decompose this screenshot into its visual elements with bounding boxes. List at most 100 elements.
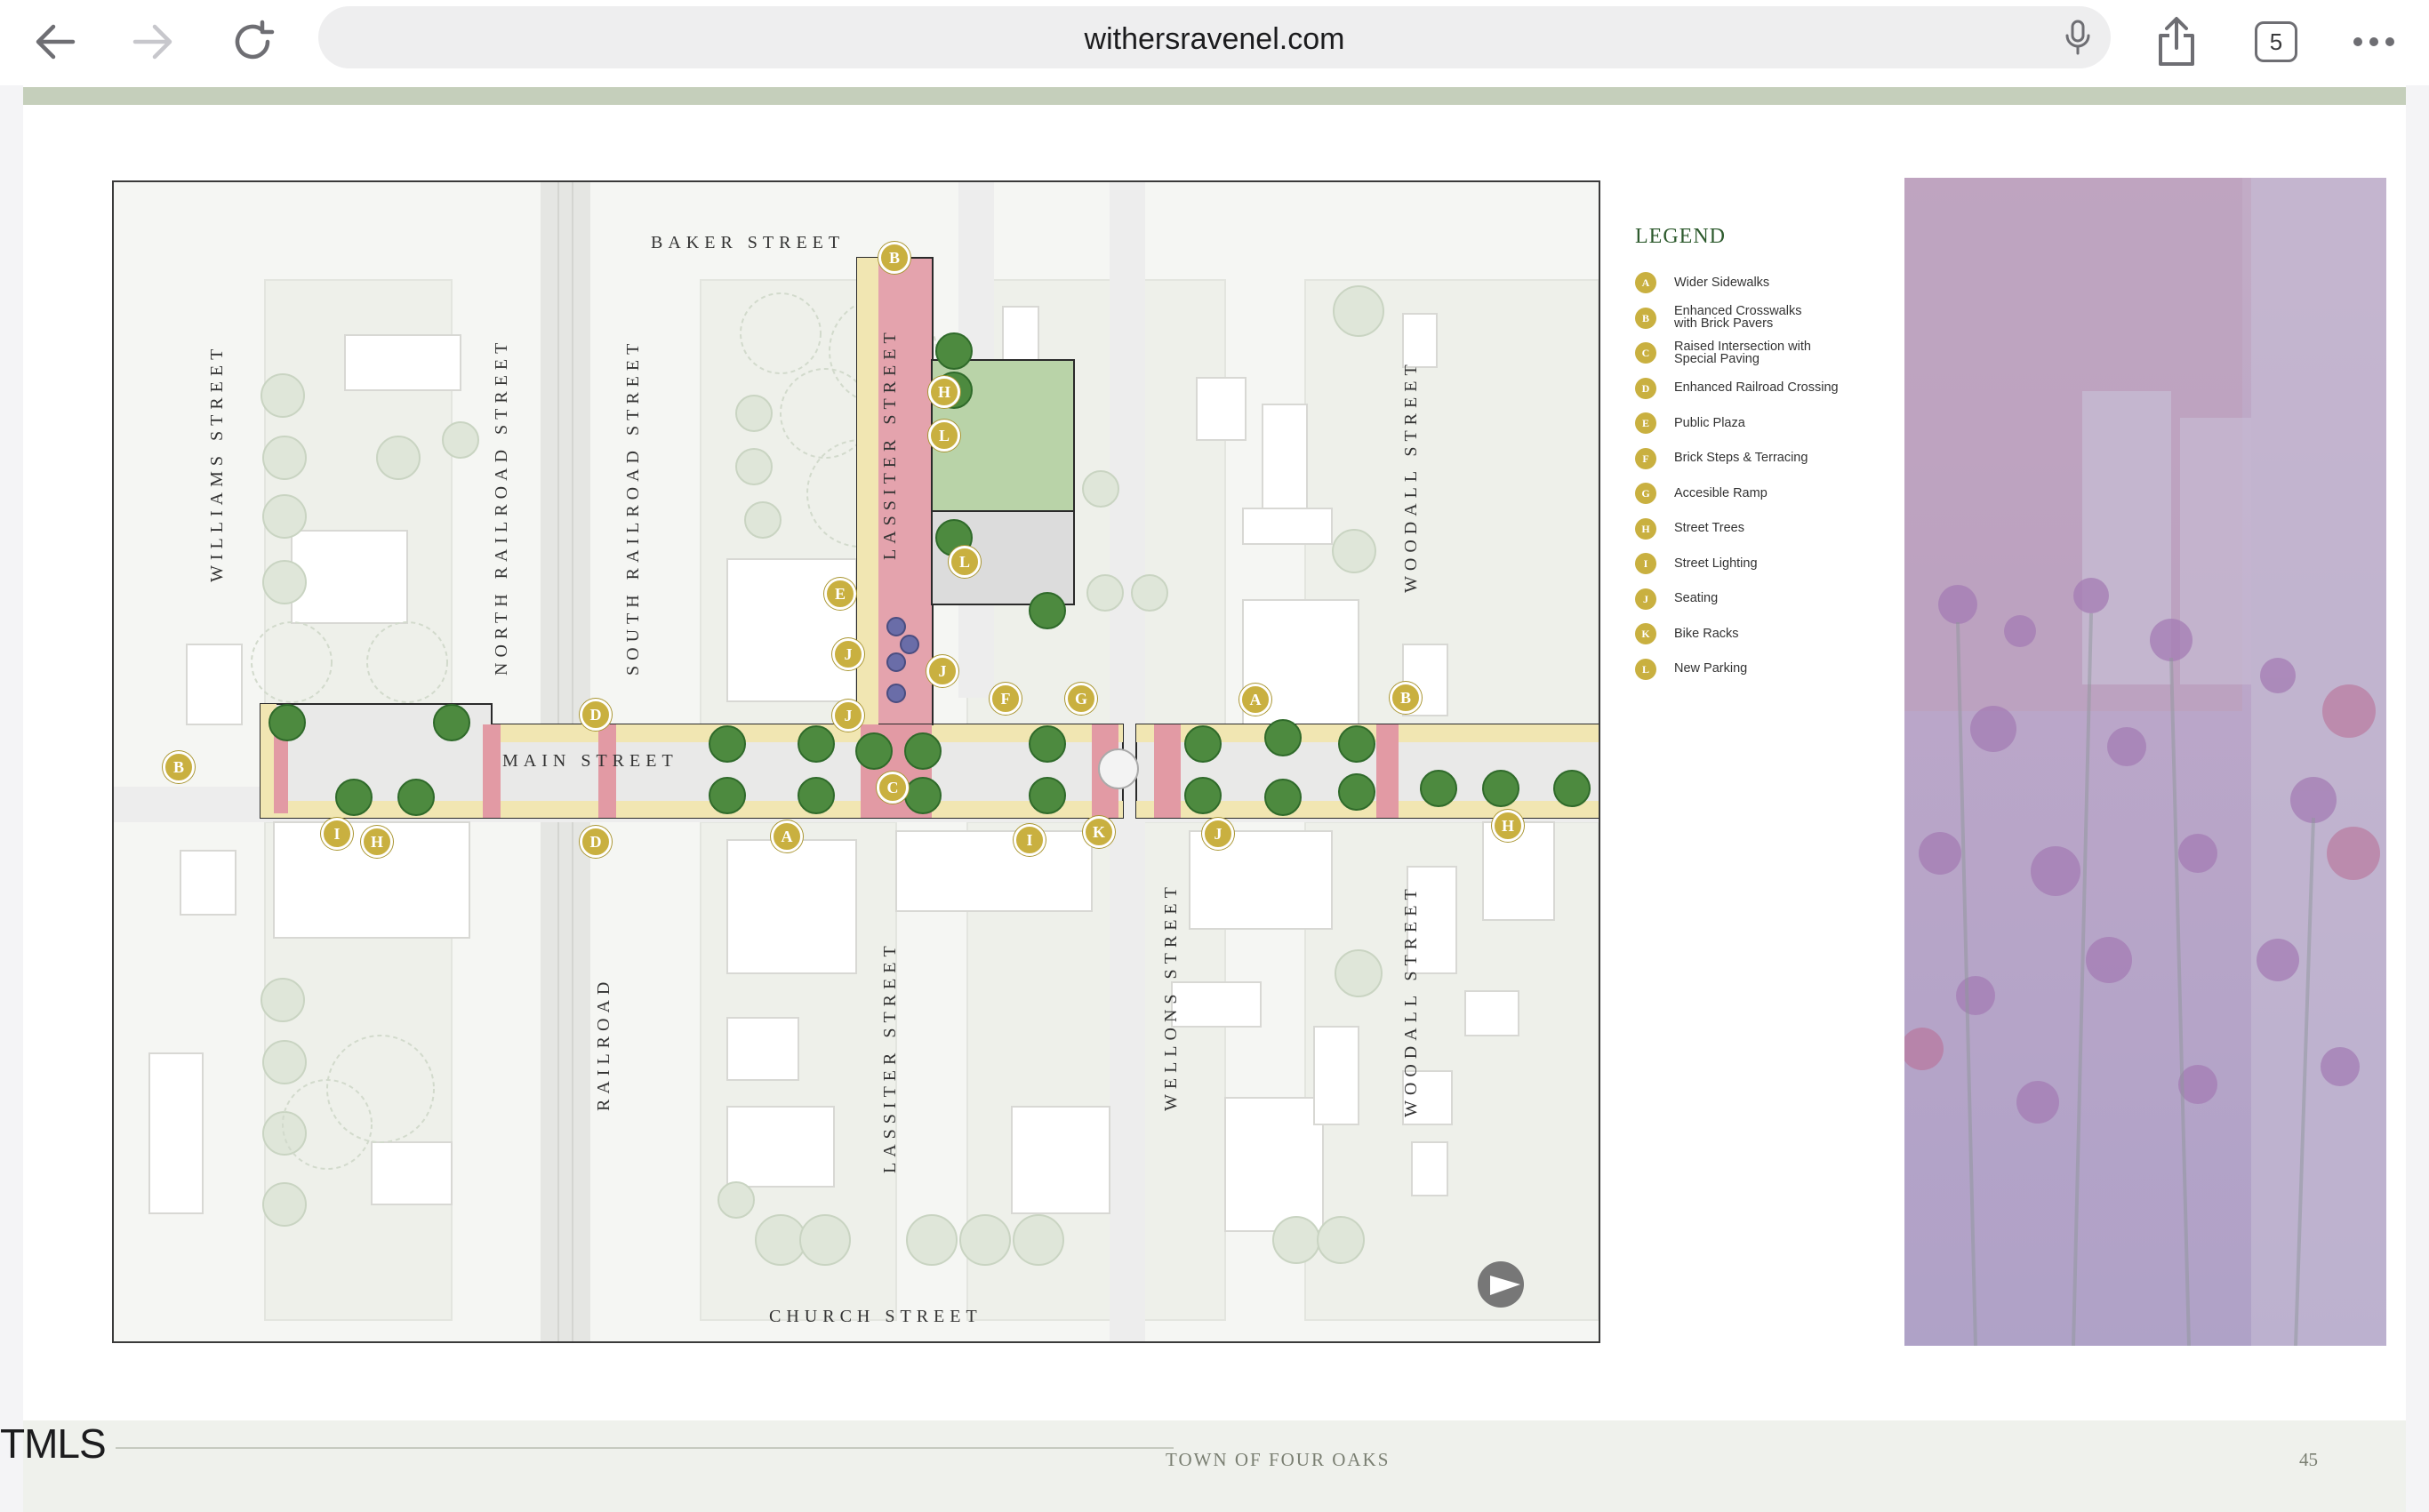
street-label-williams: WILLIAMS STREET	[207, 343, 227, 582]
address-bar[interactable]: withersravenel.com	[318, 6, 2111, 68]
legend-label: Street Trees	[1674, 521, 1744, 536]
legend-item: C Raised Intersection with Special Paving	[1635, 335, 1928, 371]
map-marker: L	[949, 546, 981, 578]
legend-key: J	[1635, 588, 1656, 610]
legend-key: F	[1635, 447, 1656, 469]
microphone-icon	[2065, 20, 2090, 55]
reload-button[interactable]	[219, 11, 286, 73]
arrow-right-icon	[132, 24, 172, 60]
legend-label: Bike Racks	[1674, 626, 1739, 641]
legend-label: Enhanced Railroad Crossing	[1674, 380, 1839, 396]
legend-key: E	[1635, 412, 1656, 434]
tmls-watermark: TMLS	[0, 1420, 107, 1467]
share-button[interactable]	[2150, 9, 2203, 75]
legend-item: G Accesible Ramp	[1635, 476, 1928, 511]
map-marker: E	[824, 578, 856, 610]
map-marker: D	[580, 699, 612, 731]
page-number: 45	[2299, 1449, 2318, 1470]
forward-button[interactable]	[119, 11, 187, 73]
street-label-railroad: RAILROAD	[594, 976, 613, 1111]
back-button[interactable]	[21, 11, 89, 73]
legend: LEGEND A Wider Sidewalks B Enhanced Crossw…	[1635, 225, 1928, 686]
map-marker: K	[1083, 816, 1115, 848]
street-label-baker: BAKER STREET	[651, 233, 846, 252]
legend-item: J Seating	[1635, 581, 1928, 617]
legend-item: H Street Trees	[1635, 511, 1928, 547]
legend-item: D Enhanced Railroad Crossing	[1635, 371, 1928, 406]
legend-item: I Street Lighting	[1635, 546, 1928, 581]
legend-item: L New Parking	[1635, 652, 1928, 687]
map-marker: H	[1492, 810, 1524, 842]
legend-label: Street Lighting	[1674, 556, 1758, 571]
legend-key: H	[1635, 517, 1656, 540]
arrow-left-icon	[36, 24, 76, 60]
legend-title: LEGEND	[1635, 225, 1726, 248]
footer-title: TOWN OF FOUR OAKS	[1166, 1449, 1391, 1470]
street-label-north-railroad: NORTH RAILROAD STREET	[492, 337, 511, 676]
street-label-lassiter-south: LASSITER STREET	[880, 940, 900, 1173]
legend-label: Enhanced Crosswalks with Brick Pavers	[1674, 304, 1802, 332]
map-marker: L	[928, 420, 960, 452]
legend-item: K Bike Racks	[1635, 616, 1928, 652]
street-label-wellons: WELLONS STREET	[1161, 882, 1181, 1111]
street-label-church: CHURCH STREET	[769, 1307, 982, 1326]
share-icon	[2159, 17, 2194, 66]
legend-key: D	[1635, 377, 1656, 399]
legend-key: C	[1635, 342, 1656, 364]
map-marker: I	[321, 818, 353, 850]
legend-item: A Wider Sidewalks	[1635, 265, 1928, 300]
document-page: BAKER STREET CHURCH STREET MAIN STREET W…	[23, 87, 2406, 1512]
page-footer: TOWN OF FOUR OAKS 45	[23, 1420, 2406, 1512]
map-marker: J	[1202, 818, 1234, 850]
map-drawing	[114, 182, 1599, 1341]
legend-key: K	[1635, 623, 1656, 644]
url-text: withersravenel.com	[1084, 22, 1345, 56]
map-marker: B	[1390, 682, 1422, 714]
more-icon	[2353, 37, 2394, 46]
legend-label: Seating	[1674, 591, 1719, 606]
legend-key: G	[1635, 483, 1656, 504]
tabs-button[interactable]: 5	[2249, 9, 2303, 75]
legend-key: I	[1635, 553, 1656, 574]
flower-photo-image	[1904, 178, 2386, 1346]
legend-item: E Public Plaza	[1635, 405, 1928, 441]
map-marker: I	[1014, 824, 1046, 856]
legend-label: Accesible Ramp	[1674, 485, 1768, 500]
legend-item: F Brick Steps & Terracing	[1635, 441, 1928, 476]
legend-label: New Parking	[1674, 661, 1748, 676]
street-label-main: MAIN STREET	[502, 751, 678, 771]
map-marker: J	[832, 638, 864, 670]
more-menu-button[interactable]	[2347, 9, 2401, 75]
flower-photo	[1904, 178, 2386, 1346]
page-edge-left	[0, 85, 23, 1512]
legend-item: B Enhanced Crosswalks with Brick Pavers	[1635, 300, 1928, 336]
street-label-south-railroad: SOUTH RAILROAD STREET	[623, 338, 643, 676]
map-marker: J	[832, 700, 864, 732]
tab-count: 5	[2255, 21, 2297, 62]
map-marker: H	[928, 376, 960, 408]
legend-label: Public Plaza	[1674, 415, 1745, 430]
map-marker: A	[1239, 684, 1271, 716]
legend-key: B	[1635, 307, 1656, 329]
reload-icon	[235, 20, 275, 60]
map-marker: F	[990, 683, 1022, 715]
map-marker: H	[361, 826, 393, 858]
street-label-woodall-south: WOODALL STREET	[1401, 884, 1421, 1117]
map-marker: G	[1065, 683, 1097, 715]
street-label-lassiter-north: LASSITER STREET	[880, 327, 900, 560]
street-label-woodall-north: WOODALL STREET	[1401, 359, 1421, 593]
map-marker: C	[877, 772, 909, 804]
legend-label: Wider Sidewalks	[1674, 275, 1770, 290]
legend-key: L	[1635, 658, 1656, 680]
page-edge-right	[2406, 85, 2429, 1512]
map-marker: B	[163, 751, 195, 783]
site-plan-map: BAKER STREET CHURCH STREET MAIN STREET W…	[112, 180, 1600, 1343]
map-marker: B	[878, 242, 910, 274]
legend-key: A	[1635, 272, 1656, 293]
map-marker: J	[926, 655, 958, 687]
browser-toolbar: withersravenel.com 5	[0, 0, 2429, 85]
map-marker: A	[771, 820, 803, 852]
microphone-button[interactable]	[2064, 20, 2091, 60]
page-top-band	[23, 87, 2406, 105]
map-marker: D	[580, 826, 612, 858]
